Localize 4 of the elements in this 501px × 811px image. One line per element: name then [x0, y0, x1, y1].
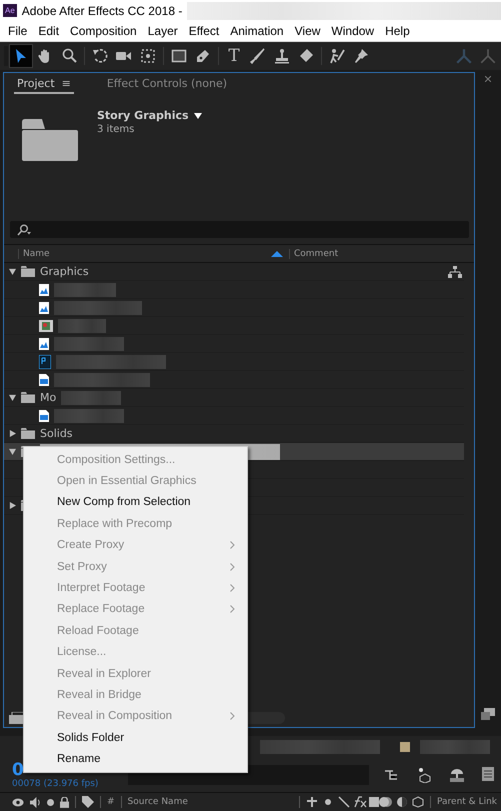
- item-count: 3 items: [97, 124, 136, 135]
- window-title: Adobe After Effects CC 2018 -: [22, 4, 182, 18]
- app-logo: Ae: [3, 4, 17, 17]
- frame-count: 00078 (23.976 fps): [12, 779, 100, 789]
